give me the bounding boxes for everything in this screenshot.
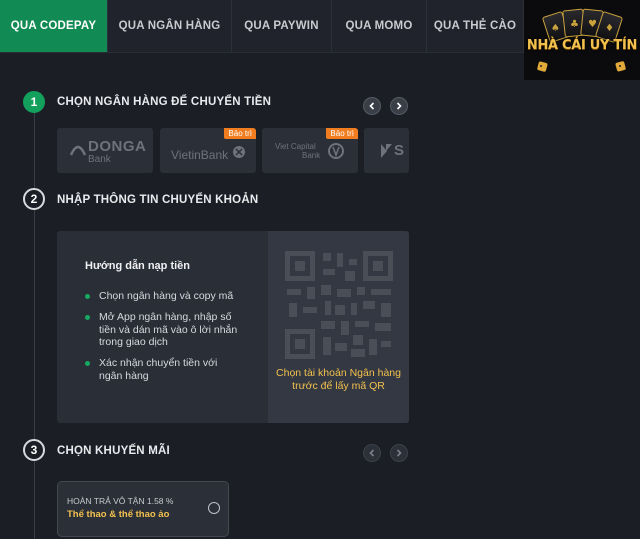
tab-bank[interactable]: QUA NGÂN HÀNG (108, 0, 232, 52)
maintenance-badge: Bảo trì (326, 128, 358, 139)
bank-name: VietinBank (171, 148, 229, 162)
chevron-right-icon (396, 102, 402, 110)
guide-title: Hướng dẫn nạp tiền (85, 260, 191, 272)
promo-title: HOÀN TRẢ VÔ TẬN 1.58 % (67, 496, 174, 506)
guide-step: Mở App ngân hàng, nhập số tiền và dán mã… (85, 311, 247, 349)
bank-card-donga[interactable]: DONGA Bank (57, 128, 153, 173)
guide-step: Xác nhận chuyển tiền với ngân hàng (85, 357, 235, 382)
step-2-title: NHẬP THÔNG TIN CHUYỂN KHOẢN (57, 194, 259, 206)
vietcapital-logo-icon (328, 143, 344, 159)
svg-text:♦: ♦ (605, 23, 614, 34)
donga-logo-icon (69, 145, 87, 156)
svg-text:♣: ♣ (570, 19, 579, 30)
qr-instruction: Chọn tài khoản Ngân hàng trước để lấy mã… (276, 367, 401, 392)
guide-step: Chọn ngân hàng và copy mã (85, 290, 255, 303)
bullet-icon (85, 294, 90, 299)
step-1-title: CHỌN NGÂN HÀNG ĐỂ CHUYỂN TIỀN (57, 96, 272, 108)
promo-subtitle: Thể thao & thể thao ảo (67, 509, 170, 520)
bank-name-sub: Bank (302, 151, 321, 160)
bullet-icon (85, 315, 90, 320)
guide-step-text: Xác nhận chuyển tiền với ngân hàng (99, 357, 218, 382)
logo-text: NHÀ CÁI UY TÍN (526, 38, 638, 53)
deposit-guide: Hướng dẫn nạp tiền Chọn ngân hàng và cop… (57, 231, 268, 423)
step-3-title: CHỌN KHUYẾN MÃI (57, 445, 170, 457)
banks-next-button[interactable] (390, 97, 408, 115)
guide-step-text: Chọn ngân hàng và copy mã (99, 290, 234, 302)
svg-text:♥: ♥ (588, 19, 597, 30)
promo-radio[interactable] (208, 502, 220, 514)
transfer-info-panel: Hướng dẫn nạp tiền Chọn ngân hàng và cop… (57, 231, 409, 423)
chevron-left-icon (369, 102, 375, 110)
maintenance-badge: Bảo trì (224, 128, 256, 139)
step-2-indicator: 2 (23, 188, 45, 210)
promo-prev-button[interactable] (363, 444, 381, 462)
bank-logo-icon (381, 144, 392, 158)
qr-code-placeholder-icon (285, 251, 393, 359)
bank-card-partial[interactable]: S (364, 128, 409, 173)
chevron-left-icon (369, 449, 375, 457)
bank-card-vietinbank[interactable]: Bảo trì VietinBank (160, 128, 256, 173)
step-3-indicator: 3 (23, 439, 45, 461)
tab-paywin[interactable]: QUA PAYWIN (232, 0, 332, 52)
site-logo: ♠ ♣ ♥ ♦ NHÀ CÁI UY TÍN (524, 0, 640, 80)
bank-name: DONGA (88, 138, 147, 155)
tab-codepay[interactable]: QUA CODEPAY (0, 0, 108, 52)
tab-card[interactable]: QUA THẺ CÀO (427, 0, 524, 52)
banks-prev-button[interactable] (363, 97, 381, 115)
step-1-indicator: 1 (23, 91, 45, 113)
chevron-right-icon (396, 449, 402, 457)
qr-area: Chọn tài khoản Ngân hàng trước để lấy mã… (268, 231, 409, 423)
bank-name: S (394, 142, 405, 159)
tab-momo[interactable]: QUA MOMO (332, 0, 427, 52)
bank-name: Viet Capital (275, 142, 316, 151)
payment-tabs: QUA CODEPAY QUA NGÂN HÀNG QUA PAYWIN QUA… (0, 0, 524, 53)
bank-name-sub: Bank (88, 154, 111, 165)
step-rail (34, 112, 35, 539)
promo-next-button[interactable] (390, 444, 408, 462)
bullet-icon (85, 361, 90, 366)
svg-text:♠: ♠ (551, 23, 560, 34)
guide-step-text: Mở App ngân hàng, nhập số tiền và dán mã… (99, 311, 238, 348)
promo-card[interactable]: HOÀN TRẢ VÔ TẬN 1.58 % Thể thao & thể th… (57, 481, 229, 537)
vietinbank-logo-icon (233, 146, 245, 158)
bank-card-vietcapital[interactable]: Bảo trì Viet Capital Bank (262, 128, 358, 173)
